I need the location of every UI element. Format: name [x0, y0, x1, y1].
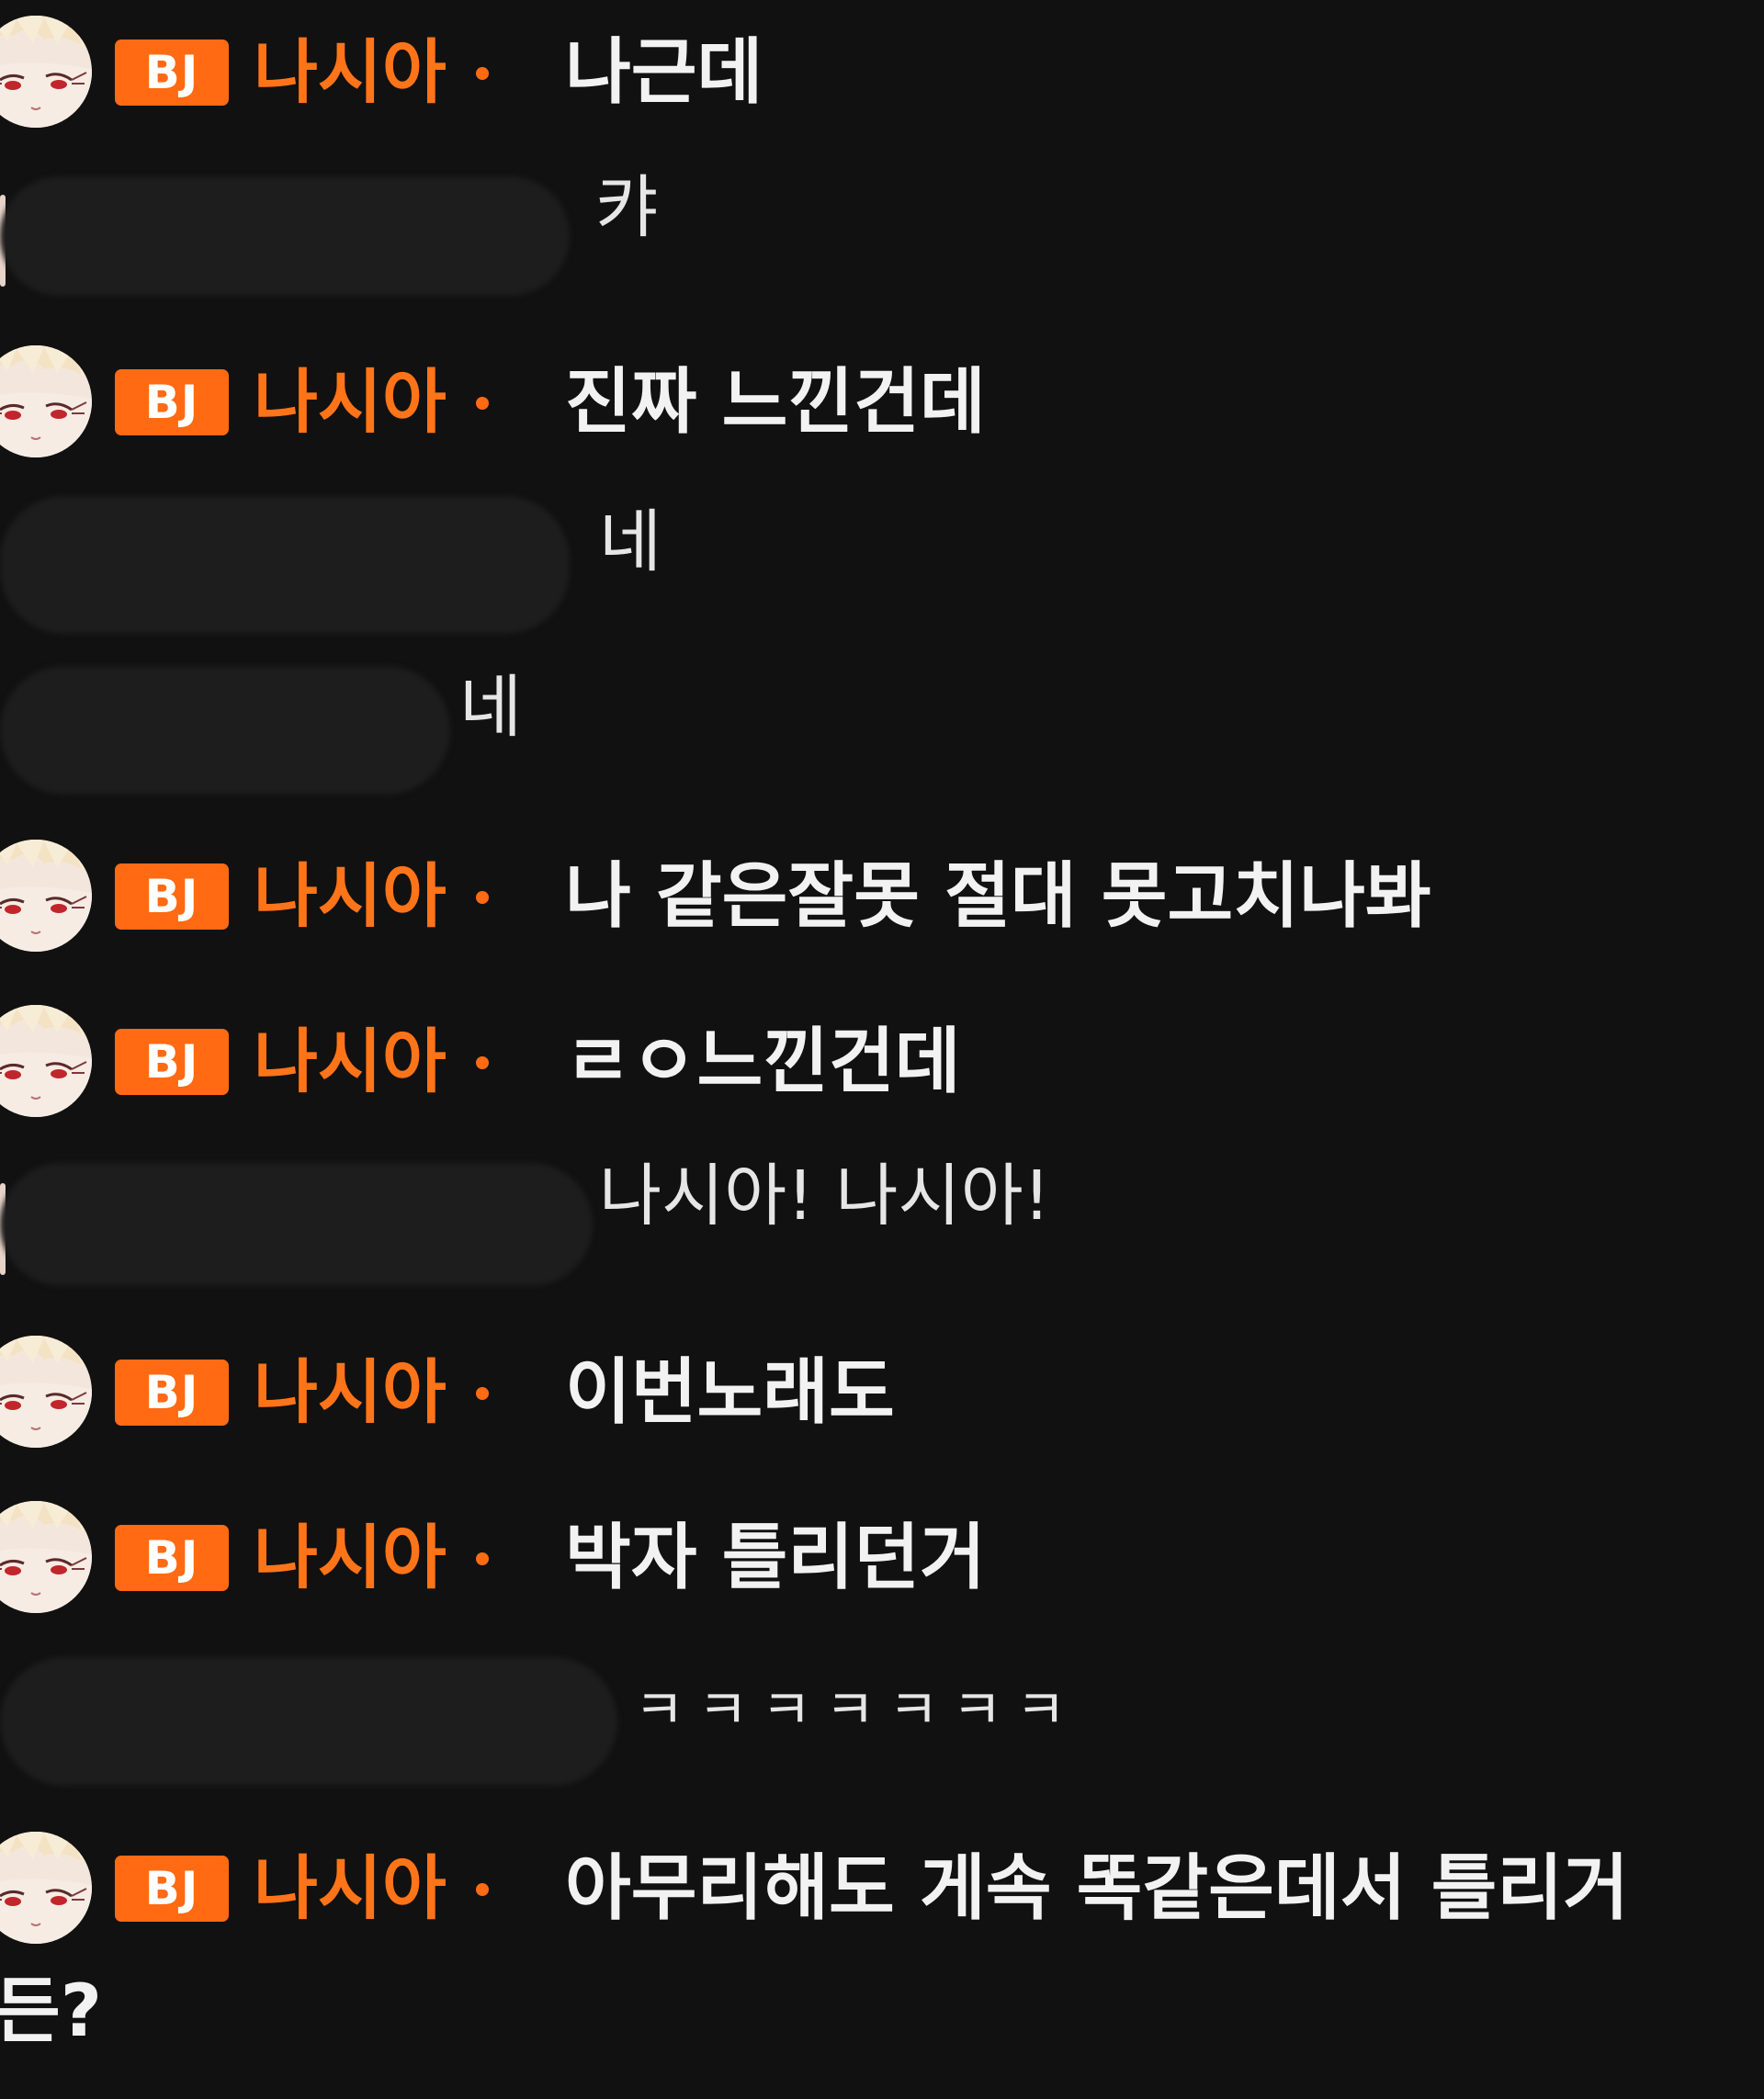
redacted-username — [0, 176, 570, 296]
message-text: 나근데 — [565, 31, 763, 114]
bj-badge: BJ — [115, 1856, 229, 1922]
message-text-continuation: 든? — [0, 1970, 103, 2053]
nickname-separator-dot — [476, 1056, 489, 1069]
bj-badge: BJ — [115, 1360, 229, 1426]
nickname-separator-dot — [476, 1552, 489, 1565]
message-text: 나 같은잘못 절대 못고치나봐 — [565, 855, 1431, 938]
avatar[interactable] — [0, 1832, 92, 1944]
message-text: 이번노래도 — [565, 1351, 895, 1434]
avatar[interactable] — [0, 840, 92, 952]
chat-message-host: BJ 나시아 아무리해도 게속 똑같은데서 틀리거 — [0, 1819, 1764, 1957]
nickname-separator-dot — [476, 1883, 489, 1896]
chat-message-viewer: 나시아! 나시아! — [0, 1156, 1764, 1293]
nickname-separator-dot — [476, 891, 489, 904]
host-nickname[interactable]: 나시아 — [254, 1016, 447, 1108]
redacted-username — [0, 1657, 617, 1786]
redacted-username — [0, 1163, 593, 1286]
avatar[interactable] — [0, 1501, 92, 1613]
message-text: 네 — [599, 502, 662, 581]
host-nickname[interactable]: 나시아 — [254, 27, 447, 118]
message-text: 캬 — [595, 168, 659, 247]
nickname-separator-dot — [476, 397, 489, 410]
host-nickname[interactable]: 나시아 — [254, 851, 447, 942]
message-text: 박자 틀리던거 — [565, 1517, 986, 1599]
chat-log: BJ 나시아 나근데 캬 BJ 나시아 진짜 느낀건데 네 네 BJ 나시아 나… — [0, 0, 1764, 2099]
chat-message-viewer: 캬 — [0, 167, 1764, 305]
chat-message-host: BJ 나시아 이번노래도 — [0, 1323, 1764, 1461]
avatar[interactable] — [0, 16, 92, 128]
chat-message-host: BJ 나시아 나근데 — [0, 3, 1764, 141]
message-text: 진짜 느낀건데 — [565, 361, 986, 444]
chat-message-host: BJ 나시아 진짜 느낀건데 — [0, 333, 1764, 470]
chat-message-host: BJ 나시아 나 같은잘못 절대 못고치나봐 — [0, 827, 1764, 965]
avatar[interactable] — [0, 345, 92, 457]
message-text: ㅋㅋㅋㅋㅋㅋㅋ — [634, 1678, 1080, 1743]
chat-message-viewer: 네 — [0, 496, 1764, 634]
redacted-username — [0, 496, 570, 634]
bj-badge: BJ — [115, 369, 229, 435]
chat-message-viewer: 네 — [0, 661, 1764, 799]
host-nickname[interactable]: 나시아 — [254, 1843, 447, 1935]
chat-message-host: BJ 나시아 ㄹㅇ느낀건데 — [0, 992, 1764, 1130]
chat-message-viewer: ㅋㅋㅋㅋㅋㅋㅋ — [0, 1652, 1764, 1789]
message-text: 아무리해도 게속 똑같은데서 틀리거 — [565, 1847, 1629, 1930]
host-nickname[interactable]: 나시아 — [254, 1512, 447, 1604]
nickname-separator-dot — [476, 67, 489, 80]
avatar[interactable] — [0, 1005, 92, 1117]
message-text: ㄹㅇ느낀건데 — [565, 1021, 961, 1103]
message-text: 나시아! 나시아! — [599, 1157, 1051, 1236]
bj-badge: BJ — [115, 863, 229, 930]
chat-message-host: BJ 나시아 박자 틀리던거 — [0, 1488, 1764, 1626]
host-nickname[interactable]: 나시아 — [254, 1347, 447, 1439]
avatar[interactable] — [0, 1336, 92, 1448]
redacted-username — [0, 666, 450, 795]
bj-badge: BJ — [115, 1525, 229, 1591]
nickname-separator-dot — [476, 1387, 489, 1400]
message-text: 네 — [459, 668, 523, 747]
bj-badge: BJ — [115, 1029, 229, 1095]
bj-badge: BJ — [115, 39, 229, 106]
host-nickname[interactable]: 나시아 — [254, 356, 447, 448]
